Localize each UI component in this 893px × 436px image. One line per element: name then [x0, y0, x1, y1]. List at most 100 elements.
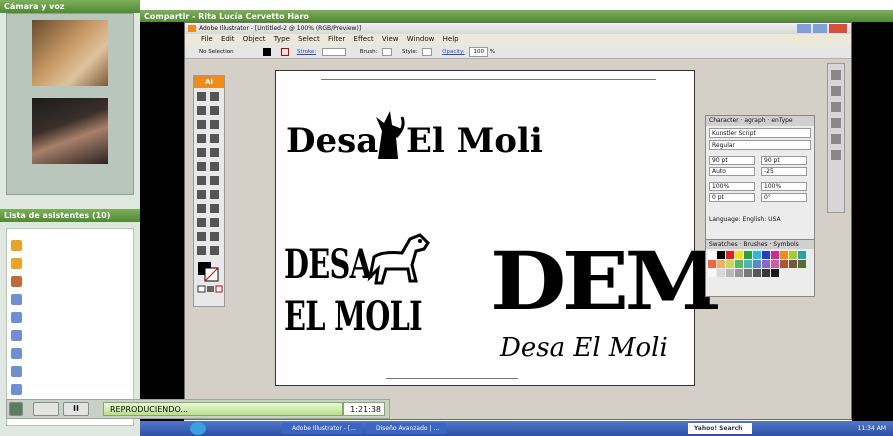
stroke-label[interactable]: Stroke: [297, 49, 316, 55]
swatches-panel: Swatches · Brushes · Symbols [705, 239, 815, 297]
logo2-line1: DESA [284, 241, 372, 288]
search-box[interactable]: Yahoo! Search [688, 423, 752, 434]
illustrator-window: Adobe Illustrator - [Untitled-2 @ 100% (… [184, 22, 852, 420]
presenter-icon [11, 275, 22, 287]
panel-dock[interactable] [827, 63, 845, 213]
attendee-list[interactable] [6, 228, 134, 426]
menu-select[interactable]: Select [298, 35, 320, 43]
user-icon [11, 365, 22, 377]
stop-button[interactable] [9, 402, 23, 416]
list-item[interactable] [9, 381, 133, 397]
baseline-shift-field[interactable]: 0 pt [709, 193, 755, 202]
tab-paragraph[interactable]: agraph [744, 117, 765, 124]
logo1-left: Desa [286, 121, 379, 161]
fill-swatch[interactable] [263, 47, 272, 56]
brush-picker[interactable] [382, 47, 393, 56]
menu-edit[interactable]: Edit [221, 35, 235, 43]
language-label: Language: [709, 216, 741, 223]
share-margin-right [852, 22, 893, 422]
playback-time: 1:21:38 [343, 402, 385, 416]
artboard[interactable]: Desa El Moli DESA EL MOLI DEM Desa El Mo… [275, 70, 722, 386]
close-button[interactable] [829, 24, 847, 33]
list-item[interactable] [9, 237, 133, 253]
camera-panel [6, 13, 134, 195]
font-family-select[interactable]: Kunstler Script [709, 128, 811, 138]
attendees-title: Lista de asistentes (10) [0, 209, 140, 222]
guide-line [321, 79, 656, 80]
kerning-field[interactable]: Auto [709, 167, 755, 176]
tab-brushes[interactable]: Brushes [743, 241, 767, 248]
tool-grid[interactable] [194, 88, 224, 303]
user-icon [11, 311, 22, 323]
font-style-select[interactable]: Regular [709, 140, 811, 150]
character-panel: Character · agraph · enType Kunstler Scr… [705, 115, 815, 245]
tab-character[interactable]: Character [709, 117, 739, 124]
ai-logo: Ai [194, 76, 224, 88]
playback-bar: II REPRODUCIENDO... 1:21:38 [6, 399, 390, 419]
tab-symbols[interactable]: Symbols [773, 241, 798, 248]
participant-video-1 [32, 20, 108, 86]
start-button[interactable] [190, 422, 206, 435]
language-select[interactable]: English: USA [743, 216, 781, 223]
maximize-button[interactable] [813, 24, 827, 33]
window-title: Adobe Illustrator - [Untitled-2 @ 100% (… [185, 23, 851, 34]
logo1-right: El Moli [406, 121, 543, 161]
opacity-label[interactable]: Opacity: [442, 49, 465, 55]
taskbar-item[interactable]: Adobe Illustrator - [... [282, 423, 362, 434]
brush-label: Brush: [359, 49, 378, 55]
menu-view[interactable]: View [382, 35, 399, 43]
tab-swatches[interactable]: Swatches [709, 241, 738, 248]
dock-icon[interactable] [831, 118, 841, 128]
tracking-field[interactable]: -25 [761, 167, 807, 176]
taskbar-item[interactable]: Diseño Avanzado | ... [366, 423, 446, 434]
swatch-grid[interactable] [706, 249, 814, 295]
menu-effect[interactable]: Effect [354, 35, 374, 43]
user-icon [11, 329, 22, 341]
menu-filter[interactable]: Filter [328, 35, 345, 43]
list-item[interactable] [9, 291, 133, 307]
windows-taskbar: Adobe Illustrator - [... Diseño Avanzado… [140, 421, 893, 436]
list-item[interactable] [9, 363, 133, 379]
logo2-line2: EL MOLI [284, 293, 423, 340]
dock-icon[interactable] [831, 150, 841, 160]
style-picker[interactable] [422, 47, 433, 56]
menu-file[interactable]: File [201, 35, 213, 43]
cat-icon [376, 111, 405, 159]
font-size-field[interactable]: 90 pt [709, 156, 755, 165]
dock-icon[interactable] [831, 102, 841, 112]
stroke-weight-field[interactable] [321, 47, 346, 56]
participant-video-2 [32, 98, 108, 164]
user-icon [11, 293, 22, 305]
control-bar: No Selection Stroke: Brush: Style: Opaci… [185, 45, 851, 59]
stroke-swatch[interactable] [281, 47, 290, 56]
logo3-script: Desa El Moli [500, 333, 668, 363]
list-item[interactable] [9, 309, 133, 325]
menu-object[interactable]: Object [243, 35, 266, 43]
skip-button[interactable] [33, 402, 59, 416]
selection-status: No Selection [199, 49, 234, 55]
tools-panel: Ai [193, 75, 225, 307]
pause-button[interactable]: II [63, 402, 89, 416]
clock: 11:34 AM [857, 425, 886, 432]
dock-icon[interactable] [831, 86, 841, 96]
menu-type[interactable]: Type [274, 35, 290, 43]
user-icon [11, 239, 22, 251]
dock-icon[interactable] [831, 70, 841, 80]
list-item[interactable] [9, 255, 133, 271]
percent-label: % [489, 49, 495, 55]
share-title: Compartir - Rita Lucía Cervetto Haro [140, 10, 893, 22]
menu-help[interactable]: Help [443, 35, 459, 43]
menu-window[interactable]: Window [407, 35, 435, 43]
leading-field[interactable]: 90 pt [761, 156, 807, 165]
minimize-button[interactable] [797, 24, 811, 33]
horizontal-scale-field[interactable]: 100% [709, 182, 755, 191]
dog-icon [367, 233, 430, 285]
opacity-field[interactable]: 100 [469, 47, 488, 57]
dock-icon[interactable] [831, 134, 841, 144]
list-item[interactable] [9, 327, 133, 343]
tab-opentype[interactable]: enType [771, 117, 792, 124]
list-item[interactable] [9, 273, 133, 289]
list-item[interactable] [9, 345, 133, 361]
vertical-scale-field[interactable]: 100% [761, 182, 807, 191]
character-rotation-field[interactable]: 0° [761, 193, 807, 202]
